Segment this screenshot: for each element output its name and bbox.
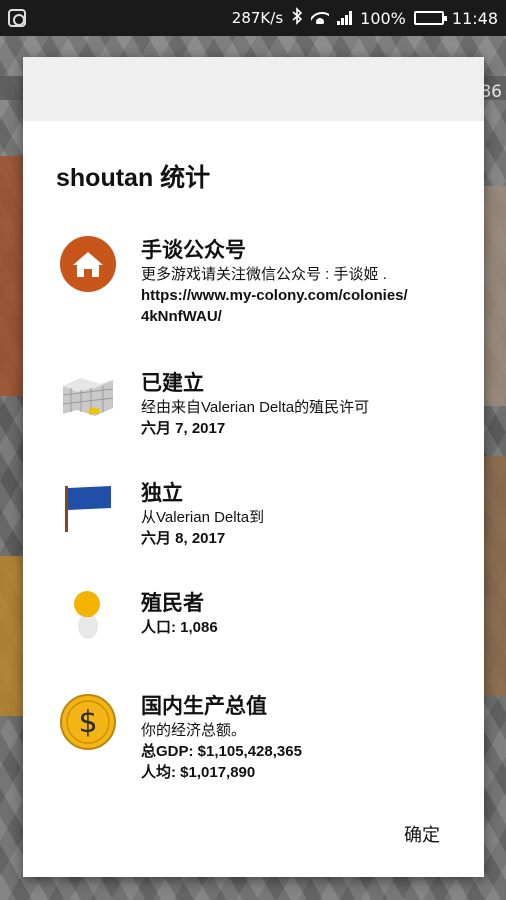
stat-total-gdp: 总GDP: $1,105,428,365 — [141, 743, 302, 760]
battery-icon — [413, 11, 447, 25]
stat-link[interactable]: https://www.my-colony.com/colonies/ — [141, 285, 461, 306]
status-indicators: 287K/s 100% 11:48 — [232, 0, 498, 36]
home-icon — [59, 235, 117, 293]
network-speed: 287K/s — [231, 9, 284, 27]
game-building — [484, 186, 506, 406]
svg-text:$: $ — [78, 705, 97, 740]
stat-per-capita: 人均: $1,017,890 — [141, 764, 256, 781]
dollar-coin-icon: $ — [59, 693, 117, 751]
stat-heading: 殖民者 — [141, 592, 204, 615]
colonist-icon — [59, 586, 117, 644]
dialog-title: shoutan 统计 — [56, 164, 211, 192]
dialog-header-band — [23, 57, 484, 121]
game-building — [0, 156, 24, 396]
building-blocks-icon — [59, 368, 117, 426]
stat-heading: 独立 — [141, 482, 183, 505]
stat-description: 更多游戏请关注微信公众号 : 手谈姬 . — [141, 266, 387, 283]
flag-icon — [59, 478, 117, 536]
signal-icon — [337, 11, 353, 25]
stat-date: 六月 7, 2017 — [141, 420, 226, 437]
stat-description: 你的经济总额。 — [141, 722, 247, 739]
stat-list[interactable]: 手谈公众号 更多游戏请关注微信公众号 : 手谈姬 . https://www.m… — [23, 225, 484, 788]
app-icon — [8, 9, 26, 27]
stat-link[interactable]: 4kNnfWAU/ — [141, 306, 461, 327]
stat-heading: 已建立 — [141, 372, 204, 395]
stat-population: 人口: 1,086 — [141, 619, 218, 636]
game-building — [484, 456, 506, 696]
clock: 11:48 — [451, 8, 498, 28]
bluetooth-icon — [291, 7, 303, 29]
stat-date: 六月 8, 2017 — [141, 530, 226, 547]
stats-dialog: shoutan 统计 手谈公众号 更多游戏请关注微信公众号 : 手谈姬 . ht… — [23, 57, 484, 877]
stat-heading: 国内生产总值 — [141, 695, 267, 718]
ok-button[interactable]: 确定 — [394, 817, 450, 851]
stat-description: 从Valerian Delta到 — [141, 509, 265, 526]
status-bar: 287K/s 100% 11:48 — [0, 0, 506, 36]
battery-percent: 100% — [360, 8, 406, 28]
stat-description: 经由来自Valerian Delta的殖民许可 — [141, 399, 370, 416]
game-building — [0, 556, 24, 716]
stat-heading: 手谈公众号 — [141, 239, 246, 262]
wifi-icon — [311, 12, 330, 24]
